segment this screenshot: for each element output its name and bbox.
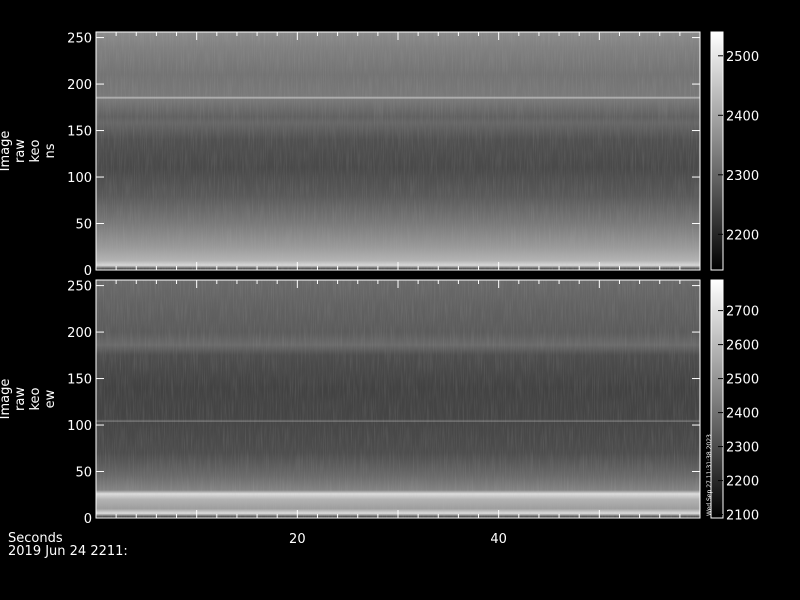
y-tick-label: 100 <box>67 171 92 186</box>
colorbar-tick-label: 2200 <box>726 228 759 243</box>
y-axis-label: ew <box>43 389 58 408</box>
colorbar-ns-ticks: 2200 2300 2400 2500 <box>718 50 759 243</box>
y-tick-label: 250 <box>67 280 92 295</box>
y-axis-label: keo <box>28 139 43 162</box>
colorbar-ew-ticks: 2100 2200 2300 2400 2500 2600 2700 <box>718 305 759 524</box>
y-tick-label: 50 <box>75 466 92 481</box>
colorbar-tick-label: 2300 <box>726 441 759 456</box>
x-tick-label: 40 <box>490 532 507 547</box>
panel-ns: 0 50 100 150 200 250 Image raw keo ns 2200 2300 24… <box>0 31 759 279</box>
y-tick-label: 100 <box>67 419 92 434</box>
x-axis-ticklabels: 20 40 <box>289 532 507 547</box>
y-tick-label: 250 <box>67 32 92 47</box>
colorbar-tick-label: 2300 <box>726 169 759 184</box>
y-tick-label: 50 <box>75 218 92 233</box>
y-axis-label: ns <box>43 143 58 158</box>
y-tick-label: 150 <box>67 373 92 388</box>
y-tick-label: 0 <box>84 512 92 527</box>
colorbar-tick-label: 2600 <box>726 339 759 354</box>
colorbar-tick-label: 2200 <box>726 475 759 490</box>
panel-ns-noise <box>96 32 700 270</box>
y-tick-label: 200 <box>67 78 92 93</box>
y-axis-label: keo <box>28 387 43 410</box>
y-tick-label: 150 <box>67 125 92 140</box>
x-tick-label: 20 <box>289 532 306 547</box>
colorbar-tick-label: 2100 <box>726 509 759 524</box>
y-axis-label: raw <box>13 387 28 411</box>
timestamp-annotation: Wed Sep 27 11:31:38 2023 <box>706 434 713 516</box>
panel-ew: 0 50 100 150 200 250 Image raw keo ew 2100 2200 23… <box>0 279 759 527</box>
y-axis-label: Image <box>0 131 13 172</box>
panel-ew-ylabel: Image raw keo ew <box>0 379 58 420</box>
y-axis-label: raw <box>13 139 28 163</box>
colorbar-tick-label: 2500 <box>726 50 759 65</box>
panel-ew-noise <box>96 280 700 518</box>
colorbar-tick-label: 2700 <box>726 305 759 320</box>
colorbar-tick-label: 2500 <box>726 373 759 388</box>
keogram-figure: 050100150200250 Image raw keo ns 2200230024… <box>0 31 759 547</box>
y-axis-label: Image <box>0 379 13 420</box>
y-tick-label: 200 <box>67 326 92 341</box>
colorbar-tick-label: 2400 <box>726 407 759 422</box>
y-tick-label: 0 <box>84 264 92 279</box>
panel-ns-ylabel: Image raw keo ns <box>0 131 58 172</box>
colorbar-tick-label: 2400 <box>726 109 759 124</box>
date-label: 2019 Jun 24 2211: <box>8 544 128 559</box>
